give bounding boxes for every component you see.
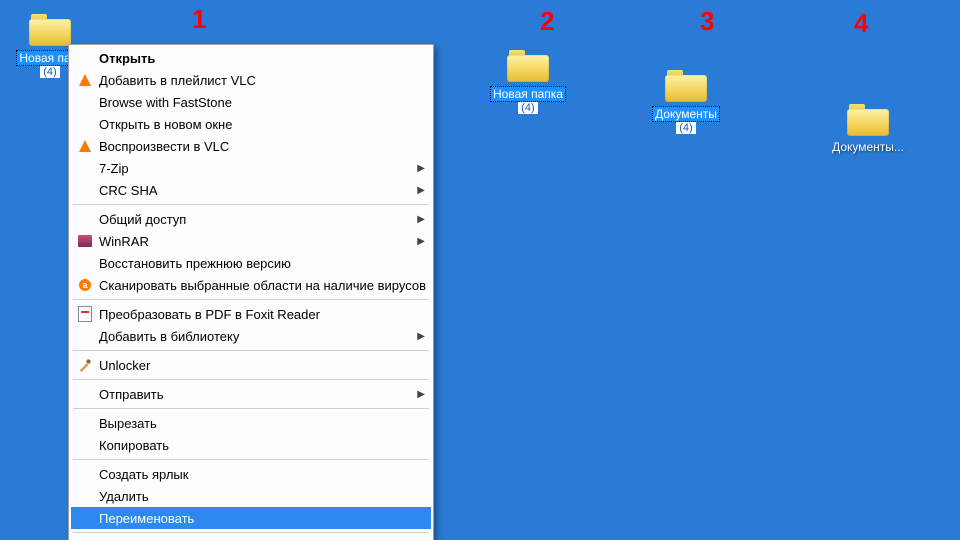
- menu-add-vlc-playlist[interactable]: Добавить в плейлист VLC: [71, 69, 431, 91]
- menu-delete[interactable]: Удалить: [71, 485, 431, 507]
- folder-label: Новая папка: [490, 86, 566, 102]
- desktop[interactable]: 1 2 3 4 Новая па... (4) Новая папка (4) …: [0, 0, 960, 540]
- menu-cut[interactable]: Вырезать: [71, 412, 431, 434]
- menu-label: Открыть: [99, 51, 155, 66]
- menu-separator: [73, 408, 429, 409]
- winrar-icon: [77, 233, 93, 249]
- menu-open[interactable]: Открыть: [71, 47, 431, 69]
- menu-copy[interactable]: Копировать: [71, 434, 431, 456]
- menu-add-library[interactable]: Добавить в библиотеку ▶: [71, 325, 431, 347]
- menu-create-shortcut[interactable]: Создать ярлык: [71, 463, 431, 485]
- folder-count: (4): [518, 102, 537, 114]
- menu-label: Преобразовать в PDF в Foxit Reader: [99, 307, 320, 322]
- menu-foxit-pdf[interactable]: Преобразовать в PDF в Foxit Reader: [71, 303, 431, 325]
- menu-separator: [73, 379, 429, 380]
- avast-icon: a: [77, 277, 93, 293]
- folder-label: Документы: [652, 106, 720, 122]
- menu-share[interactable]: Общий доступ ▶: [71, 208, 431, 230]
- vlc-icon: [77, 72, 93, 88]
- menu-label: Копировать: [99, 438, 169, 453]
- folder-count: (4): [40, 66, 59, 78]
- menu-avast-scan[interactable]: a Сканировать выбранные области на налич…: [71, 274, 431, 296]
- annotation-3: 3: [700, 6, 714, 37]
- folder-icon: [847, 104, 889, 136]
- vlc-icon: [77, 138, 93, 154]
- submenu-arrow-icon: ▶: [417, 214, 425, 225]
- submenu-arrow-icon: ▶: [417, 331, 425, 342]
- menu-separator: [73, 459, 429, 460]
- menu-label: CRC SHA: [99, 183, 158, 198]
- menu-send-to[interactable]: Отправить ▶: [71, 383, 431, 405]
- annotation-2: 2: [540, 6, 554, 37]
- menu-label: Переименовать: [99, 511, 194, 526]
- context-menu: Открыть Добавить в плейлист VLC Browse w…: [68, 44, 434, 540]
- menu-label: Открыть в новом окне: [99, 117, 232, 132]
- menu-label: WinRAR: [99, 234, 149, 249]
- desktop-folder-3[interactable]: Документы (4): [648, 70, 724, 134]
- folder-label: Документы...: [832, 140, 904, 154]
- menu-play-vlc[interactable]: Воспроизвести в VLC: [71, 135, 431, 157]
- unlocker-icon: [77, 357, 93, 373]
- desktop-folder-4[interactable]: Документы...: [830, 104, 906, 154]
- menu-label: Unlocker: [99, 358, 150, 373]
- folder-icon: [507, 50, 549, 82]
- submenu-arrow-icon: ▶: [417, 163, 425, 174]
- desktop-folder-2[interactable]: Новая папка (4): [490, 50, 566, 114]
- menu-label: Создать ярлык: [99, 467, 188, 482]
- menu-separator: [73, 204, 429, 205]
- submenu-arrow-icon: ▶: [417, 185, 425, 196]
- menu-label: Общий доступ: [99, 212, 186, 227]
- menu-label: Удалить: [99, 489, 149, 504]
- menu-7zip[interactable]: 7-Zip ▶: [71, 157, 431, 179]
- folder-icon: [665, 70, 707, 102]
- menu-label: 7-Zip: [99, 161, 129, 176]
- menu-open-new-window[interactable]: Открыть в новом окне: [71, 113, 431, 135]
- menu-label: Восстановить прежнюю версию: [99, 256, 291, 271]
- folder-icon: [29, 14, 71, 46]
- menu-winrar[interactable]: WinRAR ▶: [71, 230, 431, 252]
- folder-count: (4): [676, 122, 695, 134]
- menu-label: Сканировать выбранные области на наличие…: [99, 278, 426, 293]
- menu-restore-previous[interactable]: Восстановить прежнюю версию: [71, 252, 431, 274]
- menu-label: Отправить: [99, 387, 163, 402]
- menu-crc-sha[interactable]: CRC SHA ▶: [71, 179, 431, 201]
- menu-label: Browse with FastStone: [99, 95, 232, 110]
- annotation-4: 4: [854, 8, 868, 39]
- submenu-arrow-icon: ▶: [417, 236, 425, 247]
- menu-separator: [73, 299, 429, 300]
- submenu-arrow-icon: ▶: [417, 389, 425, 400]
- menu-label: Воспроизвести в VLC: [99, 139, 229, 154]
- menu-label: Вырезать: [99, 416, 157, 431]
- menu-unlocker[interactable]: Unlocker: [71, 354, 431, 376]
- menu-browse-faststone[interactable]: Browse with FastStone: [71, 91, 431, 113]
- annotation-1: 1: [192, 4, 206, 35]
- menu-rename[interactable]: Переименовать: [71, 507, 431, 529]
- menu-label: Добавить в плейлист VLC: [99, 73, 256, 88]
- menu-separator: [73, 532, 429, 533]
- menu-separator: [73, 350, 429, 351]
- menu-label: Добавить в библиотеку: [99, 329, 239, 344]
- menu-properties[interactable]: Свойства: [71, 536, 431, 540]
- foxit-icon: [77, 306, 93, 322]
